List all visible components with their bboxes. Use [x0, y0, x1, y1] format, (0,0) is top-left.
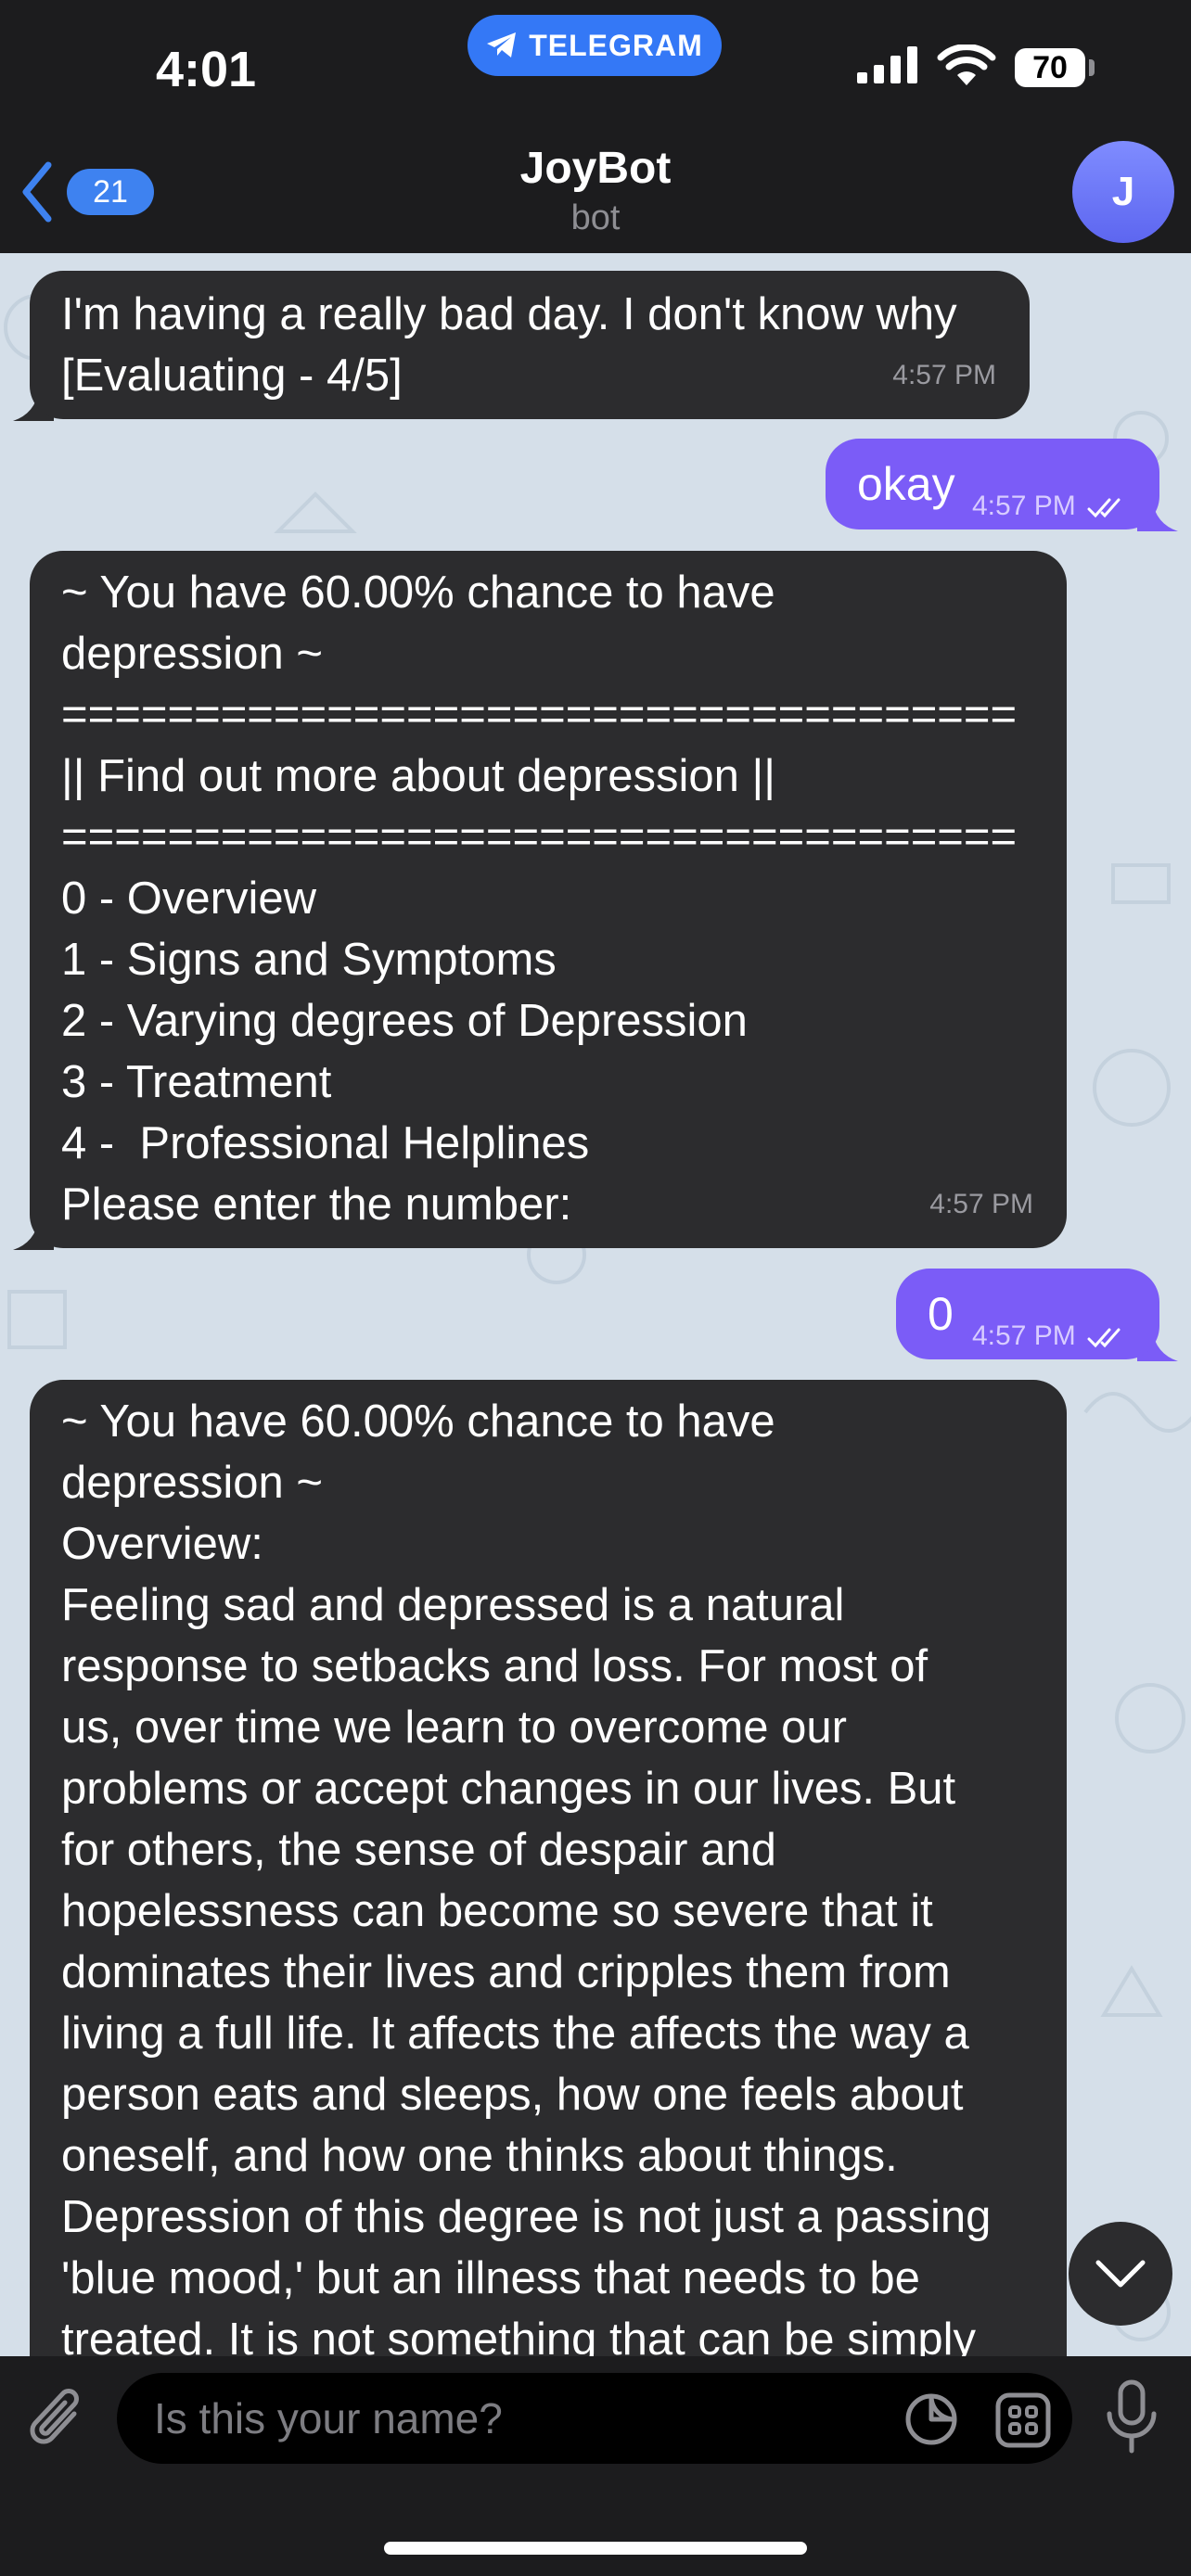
wifi-icon — [937, 45, 996, 85]
message-time-label: 4:57 PM — [972, 491, 1076, 521]
chat-title[interactable]: JoyBot — [0, 143, 1191, 194]
scroll-to-bottom-button[interactable] — [1069, 2222, 1172, 2326]
bot-commands-icon[interactable] — [994, 2391, 1052, 2449]
chat-subtitle: bot — [570, 198, 621, 237]
message-time: 4:57 PM — [972, 476, 1128, 537]
incoming-message[interactable]: I'm having a really bad day. I don't kno… — [30, 271, 1030, 419]
status-time: 4:01 — [156, 42, 257, 97]
home-indicator — [384, 2542, 807, 2555]
chevron-down-icon — [1095, 2260, 1146, 2288]
message-time: 4:57 PM — [972, 1306, 1128, 1367]
incoming-message[interactable]: ~ You have 60.00% chance to have depress… — [30, 551, 1067, 1248]
telegram-plane-icon — [487, 32, 517, 57]
message-text: 0 — [928, 1288, 954, 1340]
microphone-icon[interactable] — [1102, 2378, 1161, 2456]
outgoing-message[interactable]: 0 4:57 PM — [896, 1269, 1159, 1359]
message-text: okay — [857, 458, 955, 510]
bot-avatar[interactable]: J — [1072, 141, 1174, 243]
message-text: ~ You have 60.00% chance to have depress… — [61, 567, 1018, 1230]
telegram-app-pill[interactable]: TELEGRAM — [467, 15, 722, 76]
message-time: 4:57 PM — [929, 1189, 1033, 1219]
sticker-icon[interactable] — [903, 2391, 959, 2447]
double-check-icon — [1087, 1328, 1121, 1348]
app-pill-label: TELEGRAM — [529, 28, 703, 62]
battery-tip — [1089, 59, 1095, 76]
message-text: ~ You have 60.00% chance to have depress… — [61, 1396, 992, 2365]
incoming-message[interactable]: ~ You have 60.00% chance to have depress… — [30, 1380, 1067, 2493]
message-time: 4:57 PM — [892, 360, 996, 390]
signal-icon — [857, 46, 917, 83]
message-text: I'm having a really bad day. I don't kno… — [61, 289, 957, 401]
paperclip-icon[interactable] — [26, 2386, 89, 2453]
outgoing-message[interactable]: okay 4:57 PM — [826, 439, 1159, 529]
double-check-icon — [1087, 498, 1121, 518]
message-time-label: 4:57 PM — [972, 1320, 1076, 1351]
battery-icon: 70 — [1015, 48, 1085, 87]
top-bar: 4:01 TELEGRAM 70 21 JoyBot bot J — [0, 0, 1191, 253]
